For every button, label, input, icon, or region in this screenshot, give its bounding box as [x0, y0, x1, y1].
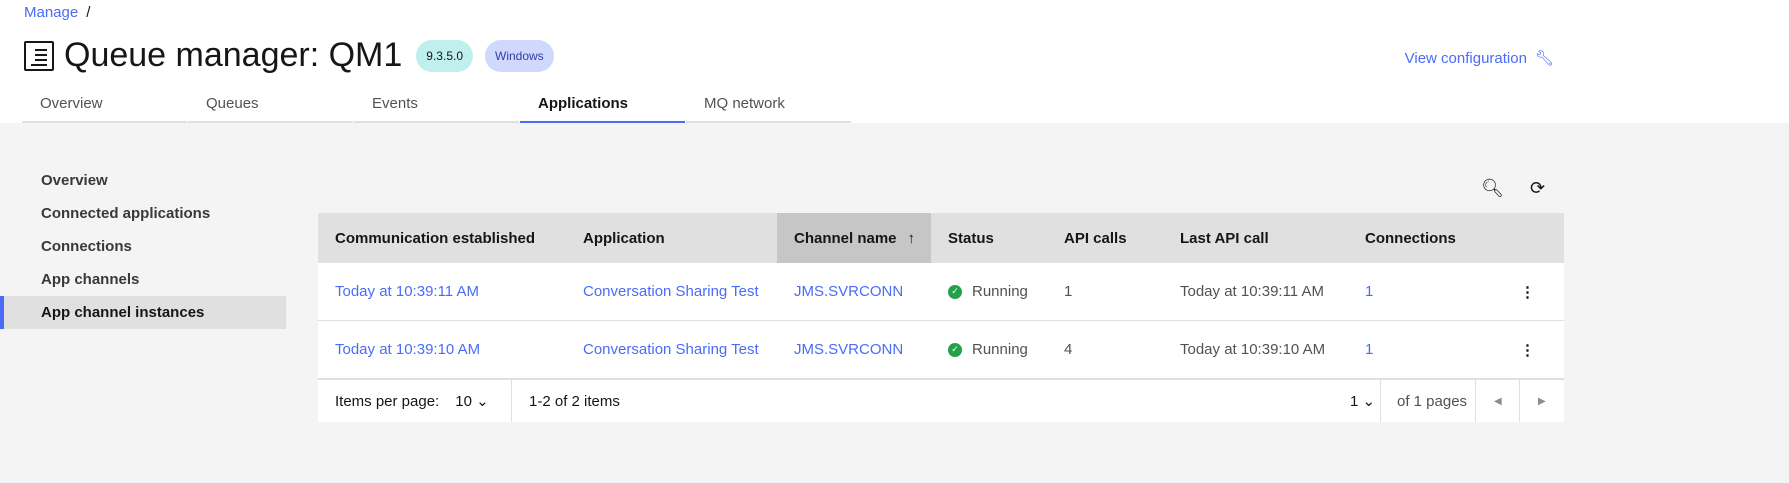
tab-applications[interactable]: Applications [520, 88, 685, 123]
established-link[interactable]: Today at 10:39:10 AM [318, 321, 566, 378]
sidebar-item-app-channels[interactable]: App channels [0, 263, 286, 296]
col-status[interactable]: Status [931, 213, 1047, 263]
wrench-icon: 🔧︎ [1534, 50, 1554, 67]
col-connections[interactable]: Connections [1348, 213, 1500, 263]
application-link[interactable]: Conversation Sharing Test [566, 263, 777, 320]
platform-badge: Windows [485, 39, 554, 72]
items-per-page-label: Items per page: [335, 392, 440, 410]
sidebar-item-connections[interactable]: Connections [0, 230, 286, 263]
checkmark-icon: ✓ [948, 284, 962, 299]
overflow-menu-icon[interactable]: ⋮ [1500, 321, 1564, 378]
item-range: 1-2 of 2 items [529, 392, 620, 410]
overflow-menu-icon[interactable]: ⋮ [1500, 263, 1564, 320]
api-calls-cell: 1 [1064, 283, 1073, 300]
col-last-api-call[interactable]: Last API call [1163, 213, 1348, 263]
table-row: Today at 10:39:10 AM Conversation Sharin… [318, 321, 1564, 379]
items-per-page-select[interactable]: 10 ⌄ [455, 392, 488, 410]
breadcrumb-separator: / [86, 4, 91, 21]
version-badge: 9.3.5.0 [416, 39, 473, 72]
page-value: 1 [1350, 392, 1359, 410]
tab-events[interactable]: Events [354, 88, 519, 123]
sidebar: Overview Connected applications Connecti… [0, 164, 286, 329]
channel-link[interactable]: JMS.SVRCONN [777, 263, 931, 320]
items-per-page-value: 10 [455, 393, 472, 410]
col-channel-name[interactable]: Channel name ↑ [777, 213, 931, 263]
col-established[interactable]: Communication established [318, 213, 566, 263]
sidebar-item-app-channel-instances[interactable]: App channel instances [0, 296, 286, 329]
status-text: Running [972, 341, 1028, 358]
refresh-icon[interactable]: ⟳ [1530, 178, 1545, 199]
app-channel-instances-table: Communication established Application Ch… [318, 213, 1564, 422]
view-configuration-label: View configuration [1404, 49, 1527, 67]
table-row: Today at 10:39:11 AM Conversation Sharin… [318, 263, 1564, 321]
connections-link[interactable]: 1 [1348, 321, 1500, 378]
status-cell: ✓ Running [931, 263, 1047, 320]
status-cell: ✓ Running [931, 321, 1047, 378]
checkmark-icon: ✓ [948, 342, 962, 357]
page-select[interactable]: 1 ⌄ [1333, 380, 1381, 422]
sidebar-item-connected-applications[interactable]: Connected applications [0, 197, 286, 230]
next-page-icon[interactable]: ▶ [1520, 380, 1564, 422]
of-pages: of 1 pages [1381, 380, 1476, 422]
previous-page-icon[interactable]: ◀ [1476, 380, 1520, 422]
col-application[interactable]: Application [566, 213, 777, 263]
pagination: Items per page: 10 ⌄ 1-2 of 2 items 1 ⌄ o… [318, 379, 1564, 422]
sidebar-item-overview[interactable]: Overview [0, 164, 286, 197]
last-api-call-cell: Today at 10:39:11 AM [1180, 283, 1324, 300]
tab-queues[interactable]: Queues [188, 88, 353, 123]
col-channel-label: Channel name [794, 229, 897, 247]
breadcrumb: Manage / [24, 4, 90, 21]
col-api-calls[interactable]: API calls [1047, 213, 1163, 263]
items-per-page: Items per page: 10 ⌄ [318, 380, 512, 422]
title-row: Queue manager: QM1 9.3.5.0 Windows [24, 36, 566, 75]
last-api-call-cell: Today at 10:39:10 AM [1180, 341, 1326, 358]
channel-link[interactable]: JMS.SVRCONN [777, 321, 931, 378]
tab-bar: Overview Queues Events Applications MQ n… [22, 88, 852, 123]
search-icon[interactable]: 🔍︎ [1481, 178, 1504, 199]
api-calls-cell: 4 [1064, 341, 1073, 358]
table-header: Communication established Application Ch… [318, 213, 1564, 263]
chevron-down-icon: ⌄ [476, 393, 489, 410]
queue-manager-icon [24, 40, 54, 71]
tab-mq-network[interactable]: MQ network [686, 88, 851, 123]
status-text: Running [972, 283, 1028, 300]
connections-link[interactable]: 1 [1348, 263, 1500, 320]
sort-ascending-icon: ↑ [907, 229, 916, 247]
chevron-down-icon: ⌄ [1362, 393, 1376, 410]
tab-overview[interactable]: Overview [22, 88, 187, 123]
application-link[interactable]: Conversation Sharing Test [566, 321, 777, 378]
header-area: Manage / Queue manager: QM1 9.3.5.0 Windo… [0, 0, 1789, 123]
breadcrumb-manage[interactable]: Manage [24, 4, 78, 21]
established-link[interactable]: Today at 10:39:11 AM [318, 263, 566, 320]
page-title: Queue manager: QM1 [64, 36, 403, 74]
view-configuration-link[interactable]: View configuration 🔧︎ [1404, 49, 1554, 68]
